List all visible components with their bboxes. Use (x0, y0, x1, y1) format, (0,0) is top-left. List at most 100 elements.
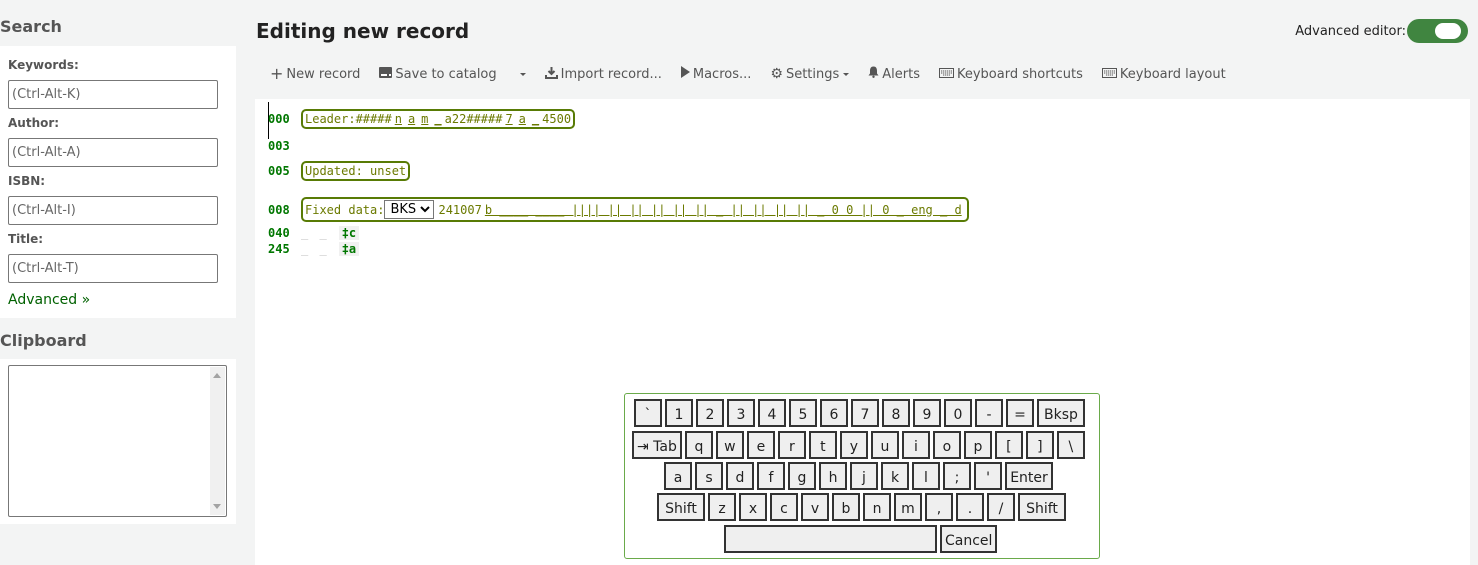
key[interactable]: , (925, 493, 953, 521)
author-input[interactable] (8, 138, 218, 167)
macros-button[interactable]: Macros... (680, 66, 751, 82)
alerts-button[interactable]: Alerts (868, 66, 920, 82)
key[interactable]: / (987, 493, 1015, 521)
leader-position[interactable]: a (519, 112, 526, 126)
key[interactable]: ; (943, 462, 971, 490)
key[interactable]: u (870, 431, 899, 459)
key[interactable]: ' (974, 462, 1002, 490)
key[interactable]: 1 (665, 399, 693, 427)
key[interactable]: . (956, 493, 984, 521)
key[interactable]: f (757, 462, 785, 490)
leader-position[interactable]: n (395, 112, 402, 126)
keyboard-shortcuts-button[interactable]: Keyboard shortcuts (938, 66, 1083, 82)
key[interactable]: Shift (1018, 493, 1066, 521)
key[interactable]: 4 (758, 399, 786, 427)
key[interactable]: [ (994, 431, 1023, 459)
key[interactable]: m (894, 493, 922, 521)
key[interactable]: 9 (913, 399, 941, 427)
key[interactable]: j (850, 462, 878, 490)
cancel-key[interactable]: Cancel (940, 525, 998, 553)
field-tag: 000 (268, 112, 290, 126)
import-record-button[interactable]: Import record... (544, 66, 662, 83)
leader-position[interactable]: _ (434, 112, 441, 126)
updated-widget[interactable]: Updated: unset (301, 161, 411, 181)
key[interactable]: i (901, 431, 930, 459)
fixed-data-values[interactable]: b ____ ____ |||| || || || || || _ || || … (485, 203, 962, 217)
updated-label: Updated: unset (305, 164, 407, 178)
leader-position[interactable]: m (421, 112, 428, 126)
advanced-editor-toggle[interactable] (1407, 19, 1468, 43)
key[interactable]: v (801, 493, 829, 521)
key[interactable]: ⇥ Tab (632, 431, 682, 459)
title-input[interactable] (8, 254, 218, 283)
key[interactable]: - (975, 399, 1003, 427)
isbn-input[interactable] (8, 196, 218, 225)
key[interactable]: t (808, 431, 837, 459)
key[interactable]: Enter (1005, 462, 1053, 490)
advanced-search-link[interactable]: Advanced » (8, 292, 90, 308)
fixed-data-widget[interactable]: Fixed data: BKS 241007 b ____ ____ |||| … (301, 197, 969, 222)
leader-label: Leader: (305, 112, 356, 126)
key[interactable]: o (932, 431, 961, 459)
key[interactable]: a (664, 462, 692, 490)
leader-position[interactable]: _ (532, 112, 539, 126)
leader-widget[interactable]: Leader: ##### n a m _ a22##### 7 a _ 450… (301, 109, 576, 129)
save-options-dropdown[interactable] (516, 72, 526, 76)
key[interactable]: b (832, 493, 860, 521)
leader-position[interactable]: 7 (505, 112, 512, 126)
key[interactable]: Shift (657, 493, 705, 521)
indicators[interactable]: _ _ (301, 226, 329, 240)
key[interactable]: h (819, 462, 847, 490)
gear-icon: ⚙ (770, 66, 783, 82)
clipboard-scrollbar[interactable] (210, 367, 225, 515)
key[interactable]: n (863, 493, 891, 521)
bell-icon (868, 66, 879, 82)
key[interactable]: c (770, 493, 798, 521)
save-to-catalog-button[interactable]: Save to catalog (379, 66, 497, 82)
key[interactable]: Bksp (1037, 399, 1085, 427)
key[interactable]: 2 (696, 399, 724, 427)
key[interactable]: 5 (789, 399, 817, 427)
key[interactable]: ] (1025, 431, 1054, 459)
key[interactable]: ` (634, 399, 662, 427)
keyboard-shortcuts-label: Keyboard shortcuts (956, 66, 1083, 82)
key[interactable]: r (777, 431, 806, 459)
key[interactable]: d (726, 462, 754, 490)
key[interactable]: 0 (944, 399, 972, 427)
settings-dropdown[interactable]: ⚙ Settings (770, 66, 850, 82)
key[interactable]: q (684, 431, 713, 459)
key[interactable]: 3 (727, 399, 755, 427)
scroll-down-icon[interactable] (213, 504, 221, 509)
subfield-code[interactable]: ‡a (338, 242, 360, 256)
key[interactable]: z (708, 493, 736, 521)
key[interactable]: 7 (851, 399, 879, 427)
new-record-button[interactable]: + New record (270, 66, 360, 82)
new-record-label: New record (286, 66, 361, 82)
scroll-up-icon[interactable] (213, 373, 221, 378)
key[interactable]: \ (1056, 431, 1085, 459)
indicators[interactable]: _ _ (301, 242, 329, 256)
clipboard-textarea[interactable] (8, 365, 227, 517)
key[interactable]: = (1006, 399, 1034, 427)
key[interactable]: p (963, 431, 992, 459)
caret-down-icon (519, 72, 526, 76)
key[interactable]: y (839, 431, 868, 459)
key[interactable]: g (788, 462, 816, 490)
field-005: 005 Updated: unset (268, 161, 411, 181)
key[interactable]: l (912, 462, 940, 490)
key[interactable]: 6 (820, 399, 848, 427)
space-key[interactable] (724, 525, 937, 553)
field-000: 000 Leader: ##### n a m _ a22##### 7 a _… (268, 109, 576, 129)
material-type-select[interactable]: BKS (384, 200, 435, 219)
key[interactable]: k (881, 462, 909, 490)
subfield-code[interactable]: ‡c (338, 226, 360, 240)
keywords-input[interactable] (8, 80, 218, 109)
key[interactable]: s (695, 462, 723, 490)
leader-mid: a22##### (444, 112, 503, 126)
keyboard-layout-button[interactable]: Keyboard layout (1101, 67, 1226, 82)
leader-position[interactable]: a (408, 112, 415, 126)
key[interactable]: e (746, 431, 775, 459)
key[interactable]: x (739, 493, 767, 521)
key[interactable]: 8 (882, 399, 910, 427)
key[interactable]: w (715, 431, 744, 459)
